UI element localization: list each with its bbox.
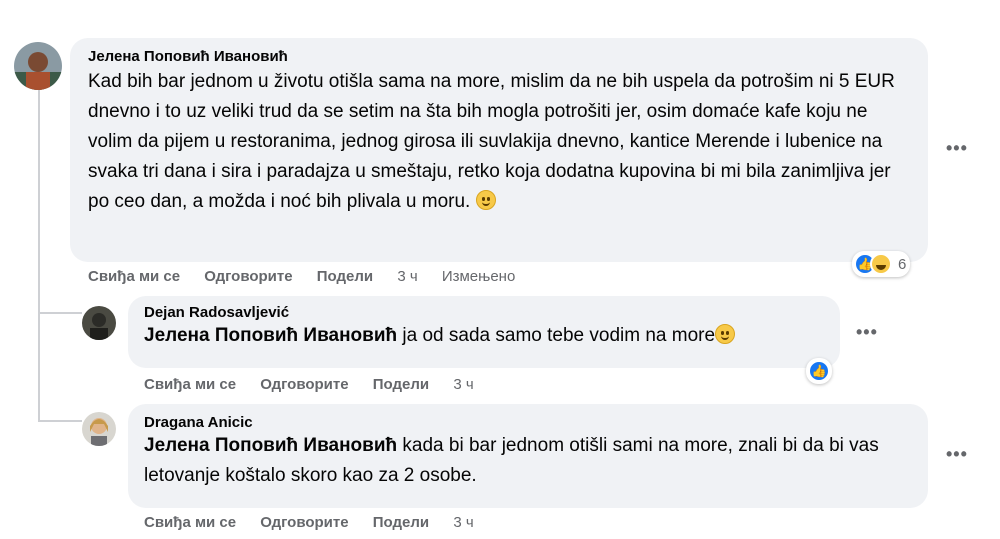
grinning-emoji-icon [475, 190, 496, 210]
like-button[interactable]: Свиђа ми се [88, 268, 180, 285]
comment-actions: Свиђа ми се Одговорите Подели 3 ч [144, 514, 494, 531]
more-options-icon[interactable]: ••• [946, 138, 968, 159]
comment-actions: Свиђа ми се Одговорите Подели 3 ч [144, 376, 494, 393]
share-button[interactable]: Подели [373, 514, 429, 531]
mention-link[interactable]: Јелена Поповић Ивановић [144, 325, 397, 346]
like-button[interactable]: Свиђа ми се [144, 514, 236, 531]
like-icon: 👍 [808, 360, 830, 382]
comment-author[interactable]: Dragana Anicic [144, 414, 912, 431]
reaction-summary[interactable]: 👍 6 [852, 251, 911, 277]
share-button[interactable]: Подели [373, 376, 429, 393]
reply-button[interactable]: Одговорите [260, 376, 348, 393]
timestamp[interactable]: 3 ч [453, 376, 473, 393]
thread-line-branch-2 [38, 420, 82, 422]
reaction-summary[interactable]: 👍 [806, 358, 832, 384]
more-options-icon[interactable]: ••• [946, 444, 968, 465]
avatar-jelena[interactable] [14, 42, 62, 90]
thread-line-vertical [38, 90, 40, 420]
comment-author[interactable]: Јелена Поповић Ивановић [88, 48, 910, 65]
comment-text: Kad bih bar jednom u životu otišla sama … [88, 67, 910, 217]
reaction-count: 6 [898, 255, 907, 273]
comment-actions: Свиђа ми се Одговорите Подели 3 ч Измење… [88, 268, 535, 285]
avatar-image [14, 42, 62, 90]
comment-text-body: ja od sada samo tebe vodim na more [397, 325, 716, 346]
comment-author[interactable]: Dejan Radosavljević [144, 304, 824, 321]
reply-button[interactable]: Одговорите [260, 514, 348, 531]
timestamp[interactable]: 3 ч [397, 268, 417, 285]
avatar-dragana[interactable] [82, 412, 116, 446]
grinning-emoji-icon [715, 324, 736, 344]
comment-bubble-2: Dejan Radosavljević Јелена Поповић Ивано… [128, 296, 840, 368]
mention-link[interactable]: Јелена Поповић Ивановић [144, 435, 397, 456]
reply-button[interactable]: Одговорите [204, 268, 292, 285]
comment-bubble-1: Јелена Поповић Ивановић Kad bih bar jedn… [70, 38, 928, 262]
like-button[interactable]: Свиђа ми се [144, 376, 236, 393]
share-button[interactable]: Подели [317, 268, 373, 285]
thread-line-branch-1 [38, 312, 82, 314]
avatar-image [82, 412, 116, 446]
haha-icon [870, 253, 892, 275]
edited-label: Измењено [441, 268, 516, 285]
avatar-image [82, 306, 116, 340]
timestamp[interactable]: 3 ч [453, 514, 473, 531]
comment-text: Јелена Поповић Ивановић ja od sada samo … [144, 321, 824, 351]
more-options-icon[interactable]: ••• [856, 322, 878, 343]
avatar-dejan[interactable] [82, 306, 116, 340]
comment-text: Јелена Поповић Ивановић kada bi bar jedn… [144, 431, 912, 491]
comment-bubble-3: Dragana Anicic Јелена Поповић Ивановић k… [128, 404, 928, 508]
